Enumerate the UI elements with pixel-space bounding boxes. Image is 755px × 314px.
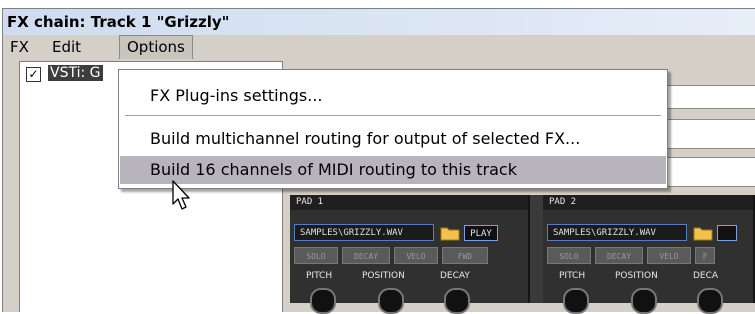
window-title: FX chain: Track 1 "Grizzly": [3, 9, 755, 35]
decay-knob[interactable]: [697, 288, 723, 314]
options-dropdown-menu: FX Plug-ins settings... Build multichann…: [118, 69, 668, 189]
param-field[interactable]: [665, 119, 755, 149]
fwd-button[interactable]: FWD: [442, 247, 488, 264]
menu-item-build-multichannel-routing[interactable]: Build multichannel routing for output of…: [120, 125, 666, 153]
folder-icon[interactable]: [693, 224, 713, 241]
fwd-button[interactable]: F: [695, 247, 715, 264]
pad-header: PAD 1: [290, 195, 528, 210]
menu-fx[interactable]: FX: [3, 35, 36, 59]
fx-item-label: VSTi: G: [48, 65, 103, 81]
mouse-pointer-icon: [172, 180, 190, 210]
decay-button[interactable]: DECAY: [595, 247, 643, 264]
decay-button[interactable]: DECAY: [342, 247, 390, 264]
preset-field[interactable]: [665, 85, 755, 109]
play-button[interactable]: [717, 225, 737, 241]
menubar: FX Edit Options: [3, 35, 755, 59]
pad-header: PAD 2: [543, 195, 753, 210]
knob-label-position: POSITION: [362, 271, 405, 281]
fx-enable-checkbox[interactable]: ✓: [26, 67, 41, 82]
folder-icon[interactable]: [440, 224, 460, 241]
position-knob[interactable]: [378, 288, 404, 314]
pitch-knob[interactable]: [563, 288, 589, 314]
velo-button[interactable]: VELO: [647, 247, 691, 264]
menu-edit[interactable]: Edit: [45, 35, 88, 59]
sample-path[interactable]: SAMPLES\GRIZZLY.WAV: [547, 224, 687, 241]
knob-label-pitch: PITCH: [306, 271, 333, 281]
menu-item-fx-plugin-settings[interactable]: FX Plug-ins settings...: [120, 82, 666, 110]
knob-label-pitch: PITCH: [559, 271, 586, 281]
knob-label-decay: DECAY: [440, 271, 470, 281]
menu-separator: [125, 115, 661, 116]
pitch-knob[interactable]: [310, 288, 336, 314]
menu-options[interactable]: Options: [119, 35, 193, 59]
solo-button[interactable]: SOLO: [294, 247, 338, 264]
knob-label-decay: DECA: [693, 271, 719, 281]
knob-label-position: POSITION: [615, 271, 658, 281]
velo-button[interactable]: VELO: [394, 247, 438, 264]
sample-path[interactable]: SAMPLES\GRIZZLY.WAV: [294, 224, 434, 241]
decay-knob[interactable]: [444, 288, 470, 314]
plugin-ui: PAD 1 SAMPLES\GRIZZLY.WAV PLAY SOLO DECA…: [290, 195, 755, 314]
param-field-2[interactable]: [665, 157, 755, 187]
play-button[interactable]: PLAY: [464, 225, 498, 241]
pad-1: PAD 1 SAMPLES\GRIZZLY.WAV PLAY SOLO DECA…: [290, 195, 530, 314]
solo-button[interactable]: SOLO: [547, 247, 591, 264]
pad-2: PAD 2 SAMPLES\GRIZZLY.WAV SOLO DECAY VEL…: [543, 195, 755, 314]
menu-item-build-midi-routing[interactable]: Build 16 channels of MIDI routing to thi…: [120, 156, 666, 184]
position-knob[interactable]: [631, 288, 657, 314]
